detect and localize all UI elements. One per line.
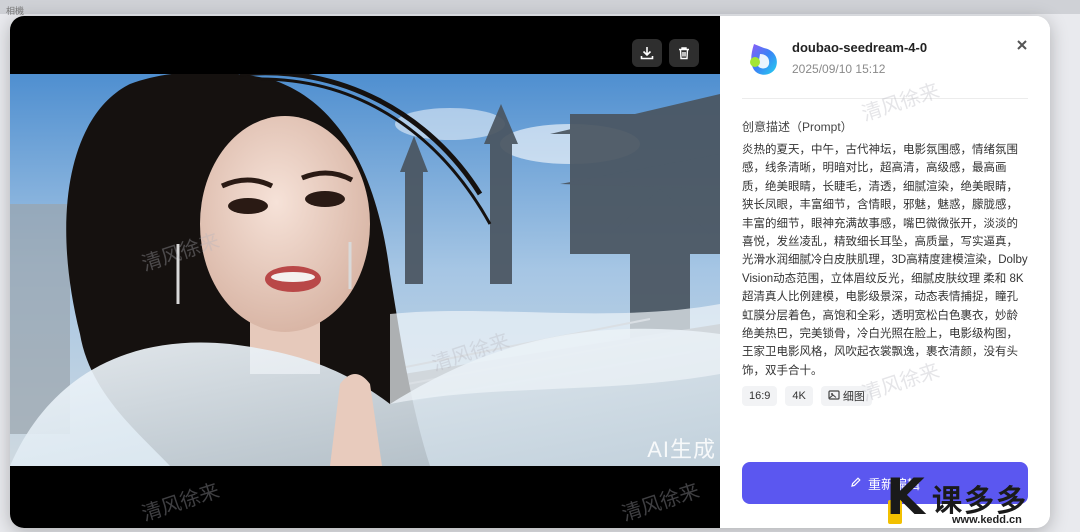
close-button[interactable] (1012, 36, 1032, 56)
image-detail-modal: AI生成 doubao-seedream-4-0 2025/09/10 15:1… (10, 16, 1050, 528)
created-date: 2025/09/10 15:12 (792, 62, 886, 76)
portrait-illustration (10, 74, 720, 466)
download-button[interactable] (632, 39, 662, 67)
delete-button[interactable] (669, 39, 699, 67)
generated-image[interactable]: AI生成 (10, 74, 720, 466)
tag-list: 16:9 4K 细图 (742, 386, 872, 406)
brand-url: www.kedd.cn (952, 514, 1022, 526)
tag-aspect-ratio: 16:9 (742, 386, 778, 406)
download-icon (640, 46, 654, 60)
tag-detail-image[interactable]: 细图 (820, 386, 872, 406)
edit-icon (850, 476, 862, 491)
doubao-logo (746, 40, 782, 78)
prompt-title: 创意描述（Prompt） (742, 120, 853, 134)
header-divider (742, 98, 1028, 99)
trash-icon (677, 46, 691, 60)
details-panel: doubao-seedream-4-0 2025/09/10 15:12 创意描… (720, 16, 1050, 528)
prompt-text: 炎热的夏天，中午，古代神坛，电影氛围感，情绪氛围感，线条清晰，明暗对比，超高清，… (742, 144, 1028, 377)
tag-resolution: 4K (785, 386, 813, 406)
backdrop-strip (0, 0, 1080, 14)
ai-generated-watermark: AI生成 (647, 437, 716, 462)
model-name: doubao-seedream-4-0 (792, 40, 928, 55)
brand-logo: K 课多多 www.kedd.cn (880, 470, 1080, 532)
close-icon (1017, 37, 1027, 55)
image-viewer: AI生成 (10, 16, 720, 528)
image-icon (828, 389, 840, 404)
brand-mark: K (886, 468, 925, 526)
